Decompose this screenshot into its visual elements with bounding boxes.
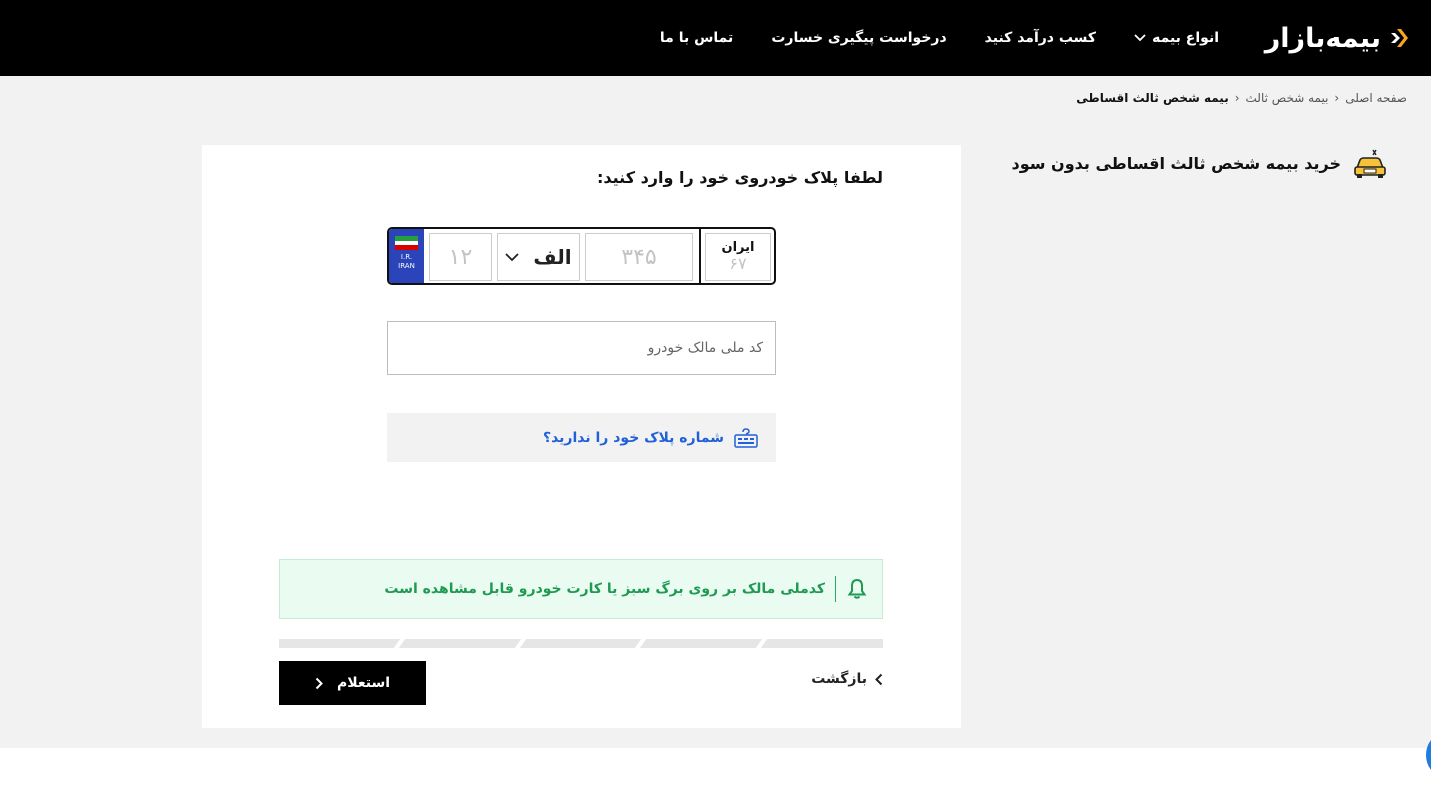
back-button[interactable]: بازگشت — [811, 671, 883, 687]
breadcrumb-separator-icon: ‹ — [1234, 91, 1240, 105]
breadcrumb-separator-icon: ‹ — [1334, 91, 1340, 105]
plate-region-placeholder: ۶۷ — [729, 254, 747, 273]
main-nav: انواع بیمه کسب درآمد کنید درخواست پیگیری… — [660, 0, 1219, 76]
info-notice: کدملی مالک بر روی برگ سبز یا کارت خودرو … — [279, 559, 883, 619]
notice-text: کدملی مالک بر روی برگ سبز یا کارت خودرو … — [384, 581, 825, 597]
plate-letter-value: الف — [533, 245, 572, 269]
progress-step — [762, 639, 883, 648]
nav-contact-us[interactable]: تماس با ما — [660, 30, 733, 46]
plate-question-icon — [734, 427, 758, 448]
nav-insurance-types-label: انواع بیمه — [1152, 30, 1219, 46]
progress-step — [400, 639, 521, 648]
no-plate-link-text: شماره پلاک خود را ندارید؟ — [542, 429, 724, 446]
page-title-text: خرید بیمه شخص ثالث اقساطی بدون سود — [1011, 153, 1341, 173]
car-insurance-icon — [1354, 149, 1386, 178]
plate-prompt: لطفا پلاک خودروی خود را وارد کنید: — [597, 168, 883, 187]
step-progress-bar — [279, 639, 883, 648]
plate-divider — [699, 229, 701, 283]
chevron-right-icon — [315, 677, 323, 689]
inquiry-button[interactable]: استعلام — [279, 661, 426, 705]
plate-two-digit-field[interactable]: ۱۲ — [429, 233, 492, 281]
breadcrumb-home[interactable]: صفحه اصلی — [1345, 91, 1407, 105]
license-plate-input: I.R. IRAN ۱۲ الف ۳۴۵ ایران ۶۷ — [387, 227, 776, 285]
logo-mark-icon — [1387, 27, 1409, 49]
plate-flag-strip: I.R. IRAN — [389, 229, 424, 283]
logo[interactable]: بیمه‌بازار — [1265, 18, 1409, 58]
notice-divider — [835, 576, 836, 602]
iran-flag-icon — [395, 236, 418, 250]
nav-claim-followup[interactable]: درخواست پیگیری خسارت — [771, 30, 946, 46]
national-code-input[interactable]: کد ملی مالک خودرو — [387, 321, 776, 375]
bell-icon — [847, 578, 867, 599]
chevron-down-icon — [1134, 34, 1146, 42]
logo-text: بیمه‌بازار — [1264, 22, 1382, 54]
top-header: بیمه‌بازار انواع بیمه کسب درآمد کنید درخ… — [0, 0, 1431, 76]
plate-flag-text-ir: I.R. — [400, 253, 413, 261]
breadcrumb-third-party[interactable]: بیمه شخص ثالث — [1246, 91, 1329, 105]
plate-three-digit-field[interactable]: ۳۴۵ — [585, 233, 693, 281]
plate-region-label: ایران — [721, 240, 755, 255]
progress-step — [521, 639, 642, 648]
chevron-down-icon — [505, 252, 520, 261]
nav-earn-income[interactable]: کسب درآمد کنید — [985, 30, 1096, 46]
inquiry-button-label: استعلام — [336, 675, 391, 691]
nav-insurance-types[interactable]: انواع بیمه — [1134, 30, 1219, 46]
progress-step — [641, 639, 762, 648]
chevron-left-icon — [875, 673, 883, 685]
no-plate-link[interactable]: شماره پلاک خود را ندارید؟ — [387, 413, 776, 462]
page-title: خرید بیمه شخص ثالث اقساطی بدون سود — [1011, 146, 1389, 180]
breadcrumb-current: بیمه شخص ثالث اقساطی — [1076, 91, 1229, 105]
progress-step — [279, 639, 400, 648]
plate-letter-select[interactable]: الف — [497, 233, 580, 281]
plate-flag-text-iran: IRAN — [398, 262, 415, 270]
breadcrumb: صفحه اصلی ‹ بیمه شخص ثالث ‹ بیمه شخص ثال… — [1076, 91, 1407, 105]
plate-region-field[interactable]: ایران ۶۷ — [705, 233, 771, 281]
back-button-label: بازگشت — [811, 671, 867, 687]
plate-form-card: لطفا پلاک خودروی خود را وارد کنید: I.R. … — [202, 145, 961, 728]
